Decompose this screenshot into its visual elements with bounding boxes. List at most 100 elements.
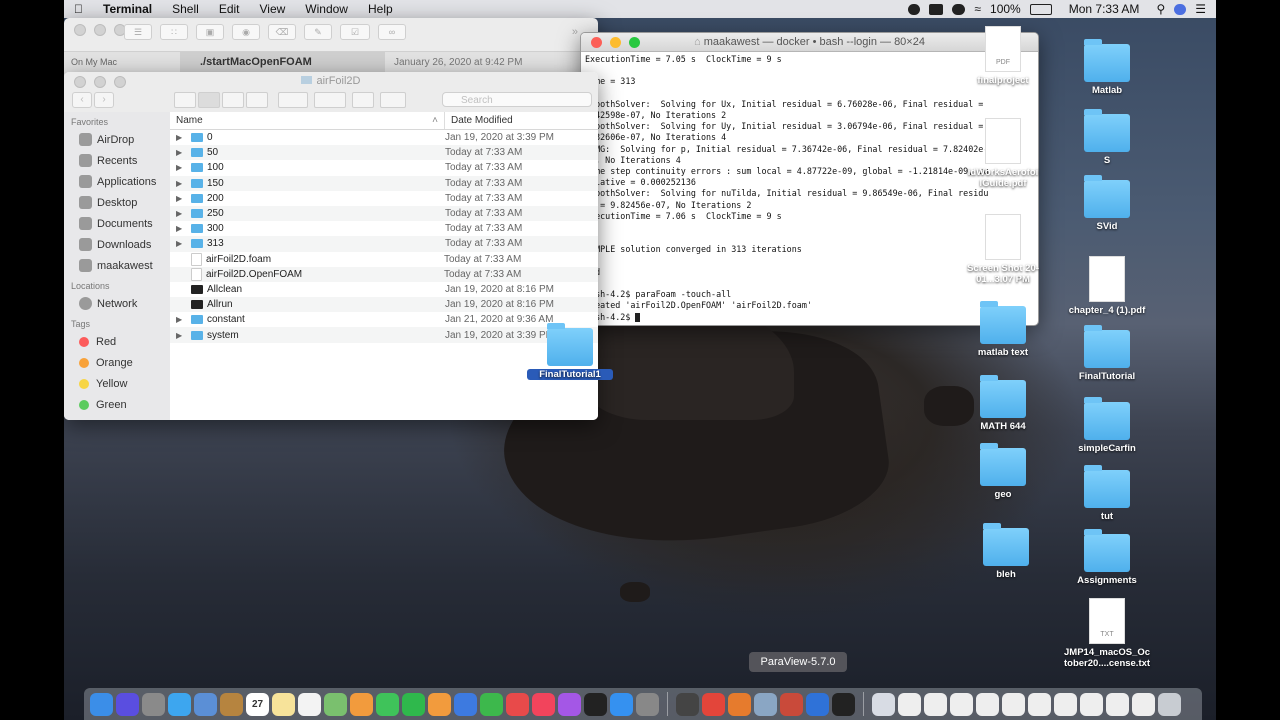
messages-icon[interactable] [376,692,399,716]
search-input[interactable]: Search [442,92,592,107]
system-preferences-icon[interactable] [636,692,659,716]
disclosure-triangle-icon[interactable]: ▶ [170,239,186,248]
desktop-icon-folder[interactable]: geo [960,443,1046,500]
list-view-button[interactable] [198,92,220,108]
back-button[interactable]: ‹ [72,92,92,108]
lock-button[interactable]: ☑ [340,24,370,40]
notes-book-icon[interactable] [220,692,243,716]
app-store-icon[interactable] [610,692,633,716]
notification-center-icon[interactable]: ☰ [1195,2,1206,16]
photos-viewer-icon[interactable] [194,692,217,716]
photos-icon[interactable] [350,692,373,716]
desktop-icon-folder[interactable]: tut [1064,465,1150,522]
disclosure-triangle-icon[interactable]: ▶ [170,163,186,172]
minimize-button[interactable] [94,24,106,36]
docker-icon[interactable] [929,3,944,15]
doc-thumb-icon[interactable] [1028,692,1051,716]
doc-thumb-icon[interactable] [976,692,999,716]
sidebar-item-desktop[interactable]: Desktop [64,192,170,213]
column-header-date[interactable]: Date Modified [445,112,513,129]
siri-icon[interactable] [1174,3,1187,15]
sidebar-item-recents[interactable]: Recents [64,150,170,171]
sidebar-item-downloads[interactable]: Downloads [64,234,170,255]
pages-icon[interactable] [428,692,451,716]
desktop-icon-pdf[interactable]: PDF finalproject [960,26,1046,86]
sidebar-item-documents[interactable]: Documents [64,213,170,234]
menu-edit[interactable]: Edit [209,2,250,16]
desktop-icon-folder[interactable]: Matlab [1064,39,1150,96]
toolbar-overflow-icon[interactable]: » [572,26,578,38]
file-row[interactable]: ▶ 300 Today at 7:33 AM [170,221,598,236]
sidebar-item-airdrop[interactable]: AirDrop [64,129,170,150]
zoom-button[interactable] [629,37,640,48]
file-row[interactable]: ▶ 100 Today at 7:33 AM [170,160,598,175]
file-row[interactable]: ▶ 150 Today at 7:33 AM [170,175,598,191]
sidebar-tag-yellow[interactable]: Yellow [64,373,170,394]
apple-menu-icon[interactable]:  [64,2,93,16]
list-view-button[interactable]: ☰ [124,24,152,40]
calendar-icon[interactable]: 27 [246,692,269,716]
share-button[interactable]: ∞ [378,24,406,40]
column-view-button[interactable] [222,92,244,108]
desktop-icon-folder[interactable]: SVid [1064,175,1150,232]
group-button[interactable] [278,92,308,108]
disclosure-triangle-icon[interactable]: ▶ [170,148,186,157]
grid-view-button[interactable]: ∷ [160,24,188,40]
notes-icon[interactable] [272,692,295,716]
safari-icon[interactable] [168,692,191,716]
doc-thumb-icon[interactable] [924,692,947,716]
disclosure-triangle-icon[interactable]: ▶ [170,331,186,340]
menu-window[interactable]: Window [295,2,358,16]
tab-title[interactable]: ./startMacOpenFOAM [200,56,312,68]
siri-icon[interactable] [116,692,139,716]
tv-icon[interactable] [584,692,607,716]
file-row[interactable]: ▶ 50 Today at 7:33 AM [170,145,598,161]
launchpad-icon[interactable] [142,692,165,716]
desktop-icon-folder[interactable]: FinalTutorial [1064,325,1150,382]
airplay-icon[interactable] [952,3,966,15]
file-row[interactable]: airFoil2D.OpenFOAM Today at 7:33 AM [170,266,598,282]
file-row[interactable]: ▶ 250 Today at 7:33 AM [170,205,598,222]
sidebar-item-maakawest[interactable]: maakawest [64,255,170,276]
doc-thumb-icon[interactable] [950,692,973,716]
keynote-icon[interactable] [454,692,477,716]
disclosure-triangle-icon[interactable]: ▶ [170,179,186,188]
file-row[interactable]: Allclean Jan 19, 2020 at 8:16 PM [170,282,598,297]
doc-thumb-icon[interactable] [898,692,921,716]
maps-icon[interactable] [324,692,347,716]
desktop-icon-folder[interactable]: matlab text [960,301,1046,358]
file-row[interactable]: ▶ 0 Jan 19, 2020 at 3:39 PM [170,130,598,145]
matlab-icon[interactable] [728,692,751,716]
disclosure-triangle-icon[interactable]: ▶ [170,133,186,142]
spotlight-search-icon[interactable]: ⚲ [1156,2,1165,16]
preview-icon[interactable] [754,692,777,716]
desktop-icon-folder[interactable]: MATH 644 [960,375,1046,432]
facetime-icon[interactable] [402,692,425,716]
desktop-icon-folder[interactable]: simpleCarfin [1064,397,1150,454]
gallery-view-button[interactable] [246,92,268,108]
stack-documents-icon[interactable] [872,692,895,716]
action-gear-icon[interactable] [314,92,346,108]
disclosure-triangle-icon[interactable]: ▶ [170,315,186,324]
doc-thumb-icon[interactable] [1054,692,1077,716]
battery-icon[interactable] [1029,3,1052,15]
paraview-icon[interactable] [780,692,803,716]
minimize-button[interactable] [610,37,621,48]
chrome-icon[interactable] [702,692,725,716]
menu-shell[interactable]: Shell [162,2,209,16]
trash-button[interactable]: ⌫ [268,24,296,40]
share-button[interactable] [352,92,374,108]
menu-view[interactable]: View [250,2,296,16]
desktop-icon-pdf[interactable]: idWorksAerofoi lGuide.pdf [960,118,1046,189]
wifi-icon[interactable]: ≈ [974,2,981,16]
numbers-icon[interactable] [480,692,503,716]
menu-help[interactable]: Help [358,2,403,16]
doc-thumb-icon[interactable] [1106,692,1129,716]
column-header-name[interactable]: Name ˄ [170,112,445,129]
close-button[interactable] [591,37,602,48]
sidebar-tag-red[interactable]: Red [64,331,170,352]
finder-window[interactable]: airFoil2D ‹ › Search Favorites AirDrop Rec… [64,72,598,420]
file-row[interactable]: ▶ constant Jan 21, 2020 at 9:36 AM [170,312,598,327]
terminal-icon[interactable] [832,692,855,716]
doc-thumb-icon[interactable] [1002,692,1025,716]
